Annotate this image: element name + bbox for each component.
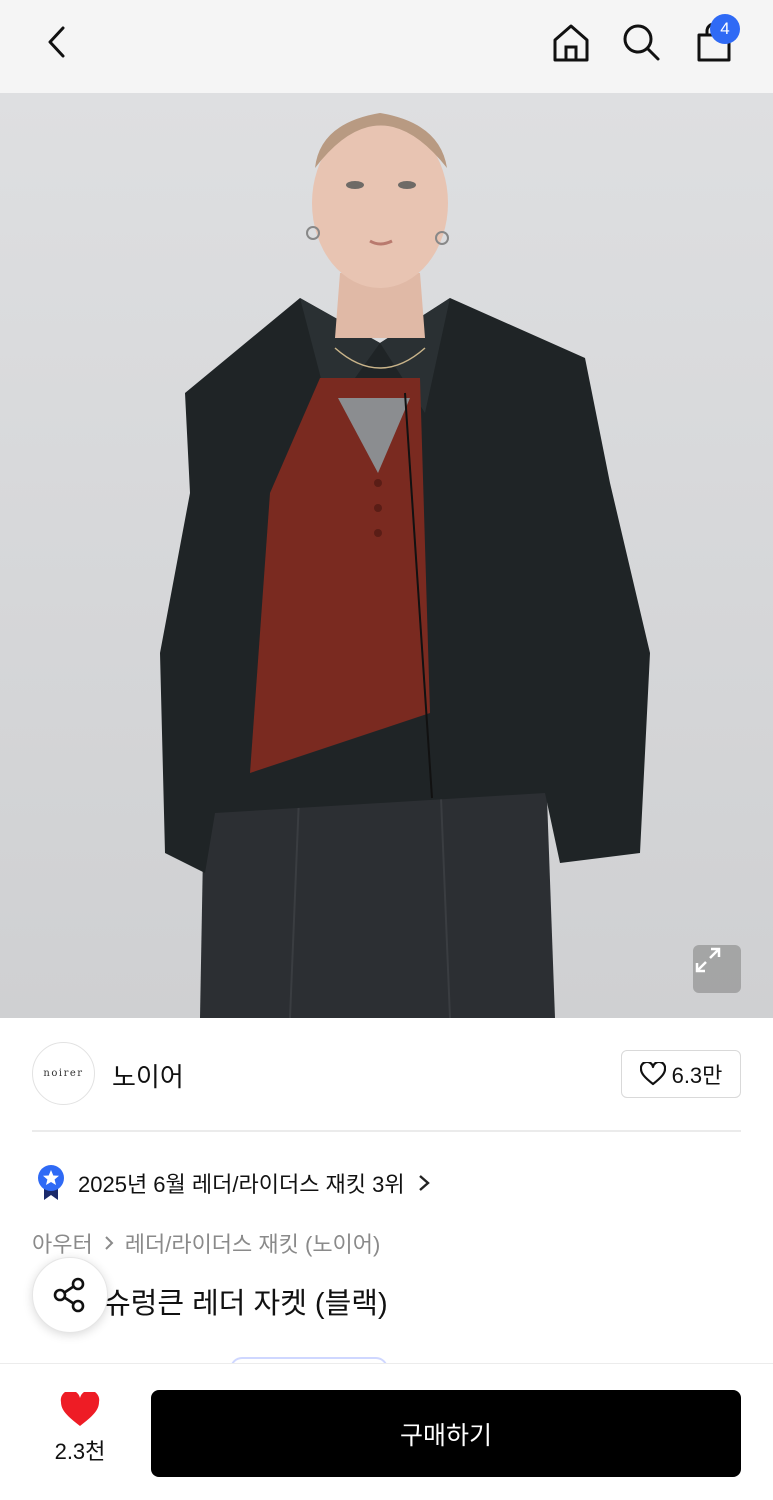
buy-button[interactable]: 구매하기: [151, 1390, 741, 1477]
breadcrumb: 아우터 레더/라이더스 재킷 (노이어): [32, 1227, 380, 1259]
cart-button[interactable]: 4: [686, 14, 742, 70]
search-icon: [623, 24, 660, 61]
section-divider: [32, 1130, 741, 1132]
brand-logo[interactable]: noirer: [32, 1042, 95, 1105]
product-title: 슈렁큰 레더 자켓 (블랙): [32, 1280, 741, 1322]
brand-logo-text: noirer: [43, 1068, 84, 1079]
breadcrumb-item-outer[interactable]: 아우터: [32, 1227, 93, 1259]
product-title-text: 슈렁큰 레더 자켓 (블랙): [104, 1288, 388, 1320]
home-icon: [553, 24, 589, 62]
brand-like-count: 6.3만: [671, 1063, 723, 1088]
home-button[interactable]: [543, 14, 599, 70]
search-button[interactable]: [613, 14, 669, 70]
wish-count: 2.3천: [54, 1439, 106, 1464]
share-button[interactable]: [32, 1257, 108, 1333]
top-navigation-bar: 4: [0, 0, 773, 93]
model-photo: [160, 113, 650, 1018]
back-button[interactable]: [28, 14, 84, 70]
ranking-text: 2025년 6월 레더/라이더스 재킷 3위: [78, 1172, 405, 1197]
expand-image-button[interactable]: [693, 945, 741, 993]
ranking-link[interactable]: 2025년 6월 레더/라이더스 재킷 3위: [36, 1163, 431, 1203]
brand-like-button[interactable]: 6.3만: [621, 1050, 741, 1098]
brand-name[interactable]: 노이어: [112, 1057, 184, 1094]
expand-icon: [695, 947, 721, 973]
product-image[interactable]: [0, 93, 773, 1018]
brand-row: noirer 노이어 6.3만: [32, 1040, 741, 1108]
chevron-right-icon: [105, 1236, 114, 1250]
heart-filled-icon: [60, 1392, 100, 1426]
share-icon: [53, 1277, 85, 1313]
breadcrumb-item-category[interactable]: 레더/라이더스 재킷 (노이어): [125, 1227, 381, 1259]
cart-count-badge: 4: [710, 14, 740, 44]
bottom-action-bar: 2.3천 구매하기: [0, 1363, 773, 1500]
buy-button-label: 구매하기: [399, 1421, 492, 1450]
chevron-right-icon: [418, 1175, 430, 1191]
wish-button[interactable]: 2.3천: [40, 1392, 120, 1472]
ranking-badge-icon: [38, 1165, 64, 1200]
back-arrow-icon: [48, 26, 65, 58]
heart-outline-icon: [639, 1062, 666, 1086]
